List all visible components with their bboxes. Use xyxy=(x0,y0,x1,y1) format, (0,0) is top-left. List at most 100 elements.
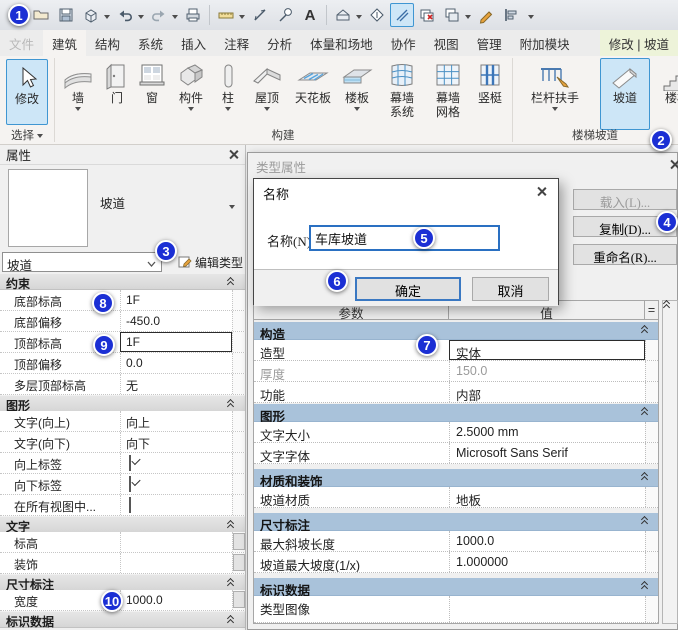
text-up-value[interactable]: 向上 xyxy=(120,411,232,431)
section-icon[interactable] xyxy=(365,3,389,27)
print-icon[interactable] xyxy=(181,3,205,27)
wall-button[interactable]: 墙 xyxy=(58,59,98,114)
redo-icon[interactable] xyxy=(147,3,171,27)
tab-insert[interactable]: 插入 xyxy=(172,30,215,56)
tab-view[interactable]: 视图 xyxy=(425,30,468,56)
text-down-value[interactable]: 向下 xyxy=(120,432,232,452)
tab-collaborate[interactable]: 协作 xyxy=(382,30,425,56)
name-dialog-close-icon[interactable] xyxy=(536,186,547,197)
section-identity-data[interactable]: 标识数据 xyxy=(0,612,245,629)
section-text[interactable]: 文字 xyxy=(0,517,245,534)
section-constraints[interactable]: 约束 xyxy=(0,274,245,291)
ok-button[interactable]: 确定 xyxy=(355,277,461,301)
type-image-value[interactable] xyxy=(449,596,645,622)
build-group-label[interactable]: 构建 xyxy=(54,127,512,143)
function-value[interactable]: 内部 xyxy=(449,382,645,402)
close-hidden-windows-icon[interactable] xyxy=(415,3,439,27)
text-icon[interactable]: A xyxy=(298,3,322,27)
load-button[interactable]: 载入(L)... xyxy=(573,189,677,210)
door-button[interactable]: 门 xyxy=(101,59,133,105)
shape-value[interactable]: 实体 xyxy=(449,340,645,360)
tab-file[interactable]: 文件 xyxy=(0,30,43,56)
properties-close-icon[interactable] xyxy=(228,149,239,160)
tp-scrollbar[interactable] xyxy=(662,299,678,624)
curtain-system-button[interactable]: 幕墙 系统 xyxy=(380,59,424,119)
name-input[interactable] xyxy=(309,225,500,251)
width-value[interactable]: 1000.0 xyxy=(120,590,232,610)
modify-pencil-icon[interactable] xyxy=(474,3,498,27)
default-3d-view-caret-icon[interactable] xyxy=(356,15,362,22)
type-selector-combo[interactable]: 坡道 xyxy=(2,252,162,273)
aligned-dimension-icon[interactable] xyxy=(248,3,272,27)
tp-section-materials[interactable]: 材质和装饰 xyxy=(254,469,658,489)
switch-windows-caret-icon[interactable] xyxy=(465,15,471,22)
align-icon[interactable] xyxy=(499,3,523,27)
select-group-label[interactable]: 选择 xyxy=(0,127,54,143)
tp-section-graphics[interactable]: 图形 xyxy=(254,404,658,424)
all-views-checkbox[interactable] xyxy=(129,497,131,513)
measure-caret-icon[interactable] xyxy=(239,15,245,22)
switch-windows-icon[interactable] xyxy=(440,3,464,27)
tab-architecture[interactable]: 建筑 xyxy=(43,30,87,56)
decoration-browse-button[interactable] xyxy=(233,554,245,571)
base-level-value[interactable]: 1F xyxy=(120,290,232,310)
floor-button[interactable]: 楼板 xyxy=(338,59,376,114)
down-label-checkbox[interactable] xyxy=(129,476,131,492)
window-button[interactable]: 窗 xyxy=(135,59,169,105)
rename-button[interactable]: 重命名(R)... xyxy=(573,244,677,265)
width-browse-button[interactable] xyxy=(233,591,245,608)
tag-icon[interactable] xyxy=(273,3,297,27)
cancel-button[interactable]: 取消 xyxy=(472,277,549,301)
type-selector-caret-icon[interactable] xyxy=(229,205,235,212)
undo-icon[interactable] xyxy=(113,3,137,27)
tp-section-dimensions[interactable]: 尺寸标注 xyxy=(254,513,658,533)
level-text-value[interactable] xyxy=(120,532,232,552)
save-icon[interactable] xyxy=(54,3,78,27)
railing-button[interactable]: 栏杆扶手 xyxy=(522,59,588,114)
tab-modify-ramp[interactable]: 修改 | 坡道 xyxy=(599,30,678,56)
tp-section-construction[interactable]: 构造 xyxy=(254,322,658,342)
max-slope-value[interactable]: 1.000000 xyxy=(449,552,645,572)
edit-type-button[interactable]: 编辑类型 xyxy=(178,252,243,272)
mullion-button[interactable]: 竖梃 xyxy=(472,59,508,105)
max-incline-length-value[interactable]: 1000.0 xyxy=(449,531,645,551)
ceiling-button[interactable]: 天花板 xyxy=(290,59,336,105)
curtain-grid-button[interactable]: 幕墙 网格 xyxy=(426,59,470,119)
measure-icon[interactable] xyxy=(214,3,238,27)
tab-structure[interactable]: 结构 xyxy=(86,30,129,56)
open-icon[interactable] xyxy=(29,3,53,27)
base-offset-value[interactable]: -450.0 xyxy=(120,311,232,331)
ramp-material-value[interactable]: 地板 xyxy=(449,487,645,507)
tp-section-identity-data[interactable]: 标识数据 xyxy=(254,578,658,598)
tab-annotate[interactable]: 注释 xyxy=(215,30,258,56)
column-button[interactable]: 柱 xyxy=(213,59,243,114)
tab-systems[interactable]: 系统 xyxy=(129,30,172,56)
thin-lines-icon[interactable] xyxy=(390,3,414,27)
3d-views-caret-icon[interactable] xyxy=(104,15,110,22)
3d-views-icon[interactable] xyxy=(79,3,103,27)
section-dimensions[interactable]: 尺寸标注 xyxy=(0,575,245,592)
tab-analyze[interactable]: 分析 xyxy=(258,30,301,56)
decoration-value[interactable] xyxy=(120,553,232,573)
modify-button[interactable]: 修改 xyxy=(6,59,48,125)
tab-addins[interactable]: 附加模块 xyxy=(511,30,579,56)
up-label-checkbox[interactable] xyxy=(129,455,131,471)
multistory-value[interactable]: 无 xyxy=(120,374,232,394)
type-properties-close-icon[interactable] xyxy=(669,159,678,170)
component-button[interactable]: 构件 xyxy=(171,59,211,114)
level-browse-button[interactable] xyxy=(233,533,245,550)
roof-button[interactable]: 屋顶 xyxy=(246,59,288,114)
default-3d-view-icon[interactable] xyxy=(331,3,355,27)
stair-button[interactable]: 楼梯 xyxy=(652,59,678,105)
tab-massing-site[interactable]: 体量和场地 xyxy=(301,30,382,56)
redo-caret-icon[interactable] xyxy=(172,15,178,22)
text-size-value[interactable]: 2.5000 mm xyxy=(449,422,645,442)
undo-caret-icon[interactable] xyxy=(138,15,144,22)
qat-customize-caret-icon[interactable] xyxy=(528,15,534,22)
ramp-button[interactable]: 坡道 xyxy=(600,58,650,130)
top-offset-value[interactable]: 0.0 xyxy=(120,353,232,373)
text-font-value[interactable]: Microsoft Sans Serif xyxy=(449,443,645,463)
tab-manage[interactable]: 管理 xyxy=(468,30,511,56)
section-graphics[interactable]: 图形 xyxy=(0,396,245,413)
top-level-value[interactable]: 1F xyxy=(120,332,232,352)
